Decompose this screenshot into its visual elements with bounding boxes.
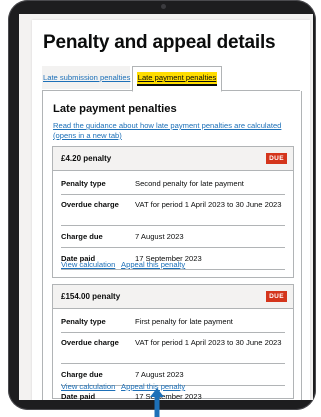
page-title: Penalty and appeal details — [43, 32, 276, 53]
tablet-screen: Penalty and appeal details Late submissi… — [19, 14, 313, 400]
penalty-amount: £4.20 penalty — [61, 154, 112, 163]
up-arrow-icon — [150, 388, 164, 417]
summary-row: Penalty type First penalty for late paym… — [61, 311, 285, 333]
summary-key: Overdue charge — [61, 338, 119, 347]
summary-row: Overdue charge VAT for period 1 April 20… — [61, 333, 285, 364]
card-actions: View calculation Appeal this penalty — [61, 382, 189, 391]
late-payment-panel: Late payment penalties Read the guidance… — [42, 91, 302, 400]
tab-list: Late submission penalties Late payment p… — [42, 66, 300, 92]
tab-late-submission-penalties[interactable]: Late submission penalties — [42, 66, 130, 89]
status-tag: DUE — [266, 153, 287, 164]
summary-row: Charge due 7 August 2023 — [61, 226, 285, 248]
tablet-frame: Penalty and appeal details Late submissi… — [8, 0, 316, 410]
summary-value: 7 August 2023 — [135, 232, 184, 241]
section-heading: Late payment penalties — [53, 103, 177, 115]
guidance-link[interactable]: Read the guidance about how late payment… — [53, 121, 283, 141]
screenshot-scene: Penalty and appeal details Late submissi… — [0, 0, 321, 417]
tab-label[interactable]: Late payment penalties — [136, 72, 218, 84]
penalty-card-header: £154.00 penalty DUE — [53, 285, 293, 309]
summary-key: Date paid — [61, 392, 96, 400]
view-calculation-link[interactable]: View calculation — [61, 260, 115, 269]
summary-list: Penalty type Second penalty for late pay… — [61, 173, 285, 270]
summary-value: VAT for period 1 April 2023 to 30 June 2… — [135, 200, 282, 209]
card-actions: View calculation Appeal this penalty — [61, 260, 189, 269]
penalty-card: £154.00 penalty DUE Penalty type First p… — [52, 284, 294, 400]
summary-row: Penalty type Second penalty for late pay… — [61, 173, 285, 195]
tab-late-payment-penalties[interactable]: Late payment penalties — [132, 66, 222, 92]
camera-dot — [161, 4, 166, 9]
page-content: Penalty and appeal details Late submissi… — [32, 20, 310, 400]
summary-key: Charge due — [61, 370, 103, 379]
summary-value: VAT for period 1 April 2023 to 30 June 2… — [135, 338, 282, 347]
summary-key: Penalty type — [61, 179, 106, 188]
appeal-penalty-link[interactable]: Appeal this penalty — [121, 260, 185, 269]
summary-key: Overdue charge — [61, 200, 119, 209]
summary-row: Overdue charge VAT for period 1 April 20… — [61, 195, 285, 226]
penalty-card-header: £4.20 penalty DUE — [53, 147, 293, 171]
summary-value: 7 August 2023 — [135, 370, 184, 379]
summary-value: First penalty for late payment — [135, 317, 233, 326]
summary-key: Penalty type — [61, 317, 106, 326]
status-tag: DUE — [266, 291, 287, 302]
summary-value: Second penalty for late payment — [135, 179, 244, 188]
tab-label[interactable]: Late submission penalties — [43, 73, 130, 82]
summary-key: Charge due — [61, 232, 103, 241]
penalty-amount: £154.00 penalty — [61, 292, 121, 301]
penalty-card: £4.20 penalty DUE Penalty type Second pe… — [52, 146, 294, 278]
view-calculation-link[interactable]: View calculation — [61, 382, 115, 391]
